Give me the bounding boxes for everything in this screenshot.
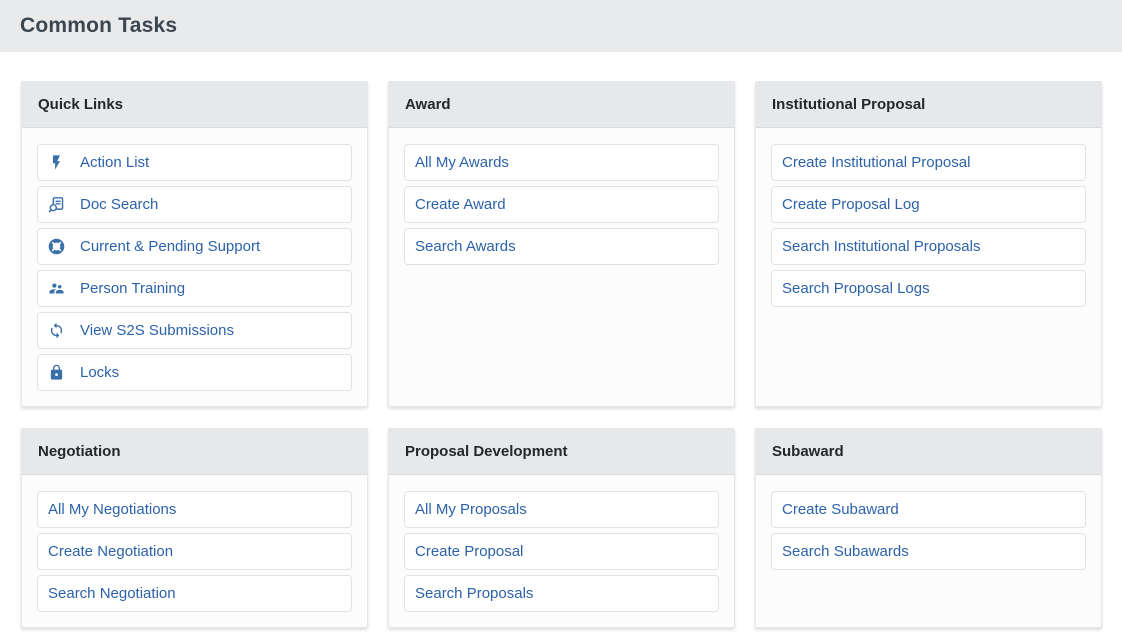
link-label: Search Institutional Proposals <box>782 239 980 254</box>
link-label: Search Proposals <box>415 586 533 601</box>
page-title: Common Tasks <box>20 14 177 38</box>
link-create-negotiation[interactable]: Create Negotiation <box>37 533 352 570</box>
link-create-institutional-proposal[interactable]: Create Institutional Proposal <box>771 144 1086 181</box>
card-title: Subaward <box>756 429 1101 475</box>
card-title: Institutional Proposal <box>756 82 1101 128</box>
link-label: Create Award <box>415 197 506 212</box>
link-view-s2s-submissions[interactable]: View S2S Submissions <box>37 312 352 349</box>
link-search-subawards[interactable]: Search Subawards <box>771 533 1086 570</box>
link-label: Doc Search <box>80 197 158 212</box>
card-title: Quick Links <box>22 82 367 128</box>
link-label: Create Negotiation <box>48 544 173 559</box>
sync-arrows-icon <box>48 322 65 339</box>
card-body: All My Proposals Create Proposal Search Pr… <box>389 475 734 627</box>
link-locks[interactable]: Locks <box>37 354 352 391</box>
card-body: All My Negotiations Create Negotiation Sea… <box>22 475 367 627</box>
card-subaward: Subaward Create Subaward Search Subawards <box>755 428 1102 628</box>
link-label: Create Subaward <box>782 502 899 517</box>
link-all-my-negotiations[interactable]: All My Negotiations <box>37 491 352 528</box>
life-ring-icon <box>48 238 65 255</box>
link-label: All My Negotiations <box>48 502 176 517</box>
cards-grid: Quick Links Action List Doc Search Current … <box>21 81 1102 628</box>
link-search-proposals[interactable]: Search Proposals <box>404 575 719 612</box>
lock-icon <box>48 364 65 381</box>
card-body: Create Institutional Proposal Create Prop… <box>756 128 1101 406</box>
card-body: All My Awards Create Award Search Awards <box>389 128 734 406</box>
lightning-icon <box>48 154 65 171</box>
link-search-negotiation[interactable]: Search Negotiation <box>37 575 352 612</box>
card-award: Award All My Awards Create Award Search Awa… <box>388 81 735 407</box>
doc-search-icon <box>48 196 65 213</box>
page-header: Common Tasks <box>0 0 1122 52</box>
link-label: All My Awards <box>415 155 509 170</box>
card-negotiation: Negotiation All My Negotiations Create Neg… <box>21 428 368 628</box>
link-label: Search Subawards <box>782 544 909 559</box>
card-quick-links: Quick Links Action List Doc Search Current … <box>21 81 368 407</box>
card-title: Negotiation <box>22 429 367 475</box>
link-doc-search[interactable]: Doc Search <box>37 186 352 223</box>
link-label: Create Institutional Proposal <box>782 155 970 170</box>
link-label: Search Negotiation <box>48 586 176 601</box>
link-person-training[interactable]: Person Training <box>37 270 352 307</box>
link-label: Search Awards <box>415 239 516 254</box>
card-body: Action List Doc Search Current & Pending S… <box>22 128 367 406</box>
link-label: Action List <box>80 155 149 170</box>
link-search-institutional-proposals[interactable]: Search Institutional Proposals <box>771 228 1086 265</box>
card-institutional-proposal: Institutional ProposalCreate Institution… <box>755 81 1102 407</box>
link-current-pending-support[interactable]: Current & Pending Support <box>37 228 352 265</box>
link-label: View S2S Submissions <box>80 323 234 338</box>
link-label: Locks <box>80 365 119 380</box>
link-all-my-proposals[interactable]: All My Proposals <box>404 491 719 528</box>
card-body: Create Subaward Search Subawards <box>756 475 1101 627</box>
link-label: Create Proposal Log <box>782 197 920 212</box>
link-create-subaward[interactable]: Create Subaward <box>771 491 1086 528</box>
link-label: Person Training <box>80 281 185 296</box>
link-create-award[interactable]: Create Award <box>404 186 719 223</box>
card-title: Proposal Development <box>389 429 734 475</box>
link-all-my-awards[interactable]: All My Awards <box>404 144 719 181</box>
card-proposal-development: Proposal Development All My Proposals Crea… <box>388 428 735 628</box>
link-label: All My Proposals <box>415 502 527 517</box>
link-search-awards[interactable]: Search Awards <box>404 228 719 265</box>
link-label: Search Proposal Logs <box>782 281 930 296</box>
link-search-proposal-logs[interactable]: Search Proposal Logs <box>771 270 1086 307</box>
card-title: Award <box>389 82 734 128</box>
link-action-list[interactable]: Action List <box>37 144 352 181</box>
link-create-proposal-log[interactable]: Create Proposal Log <box>771 186 1086 223</box>
link-create-proposal[interactable]: Create Proposal <box>404 533 719 570</box>
people-icon <box>48 280 65 297</box>
link-label: Create Proposal <box>415 544 523 559</box>
link-label: Current & Pending Support <box>80 239 260 254</box>
